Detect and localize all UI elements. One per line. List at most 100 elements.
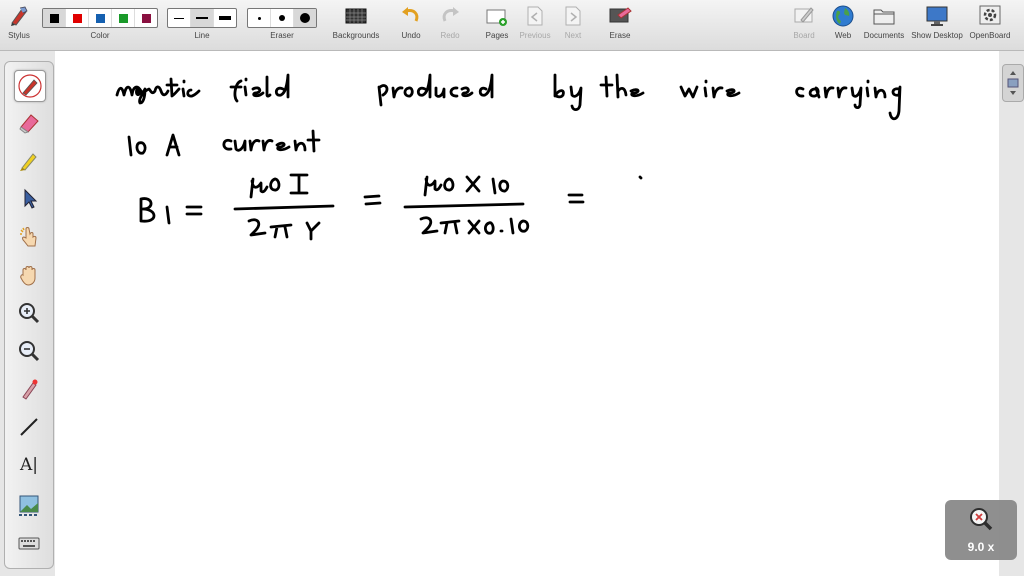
zoom-in-icon [19, 303, 40, 324]
previous-button[interactable]: Previous [517, 4, 553, 48]
eraser-medium-button[interactable] [271, 9, 294, 27]
undo-label: Undo [401, 31, 421, 40]
pen-icon [18, 74, 42, 98]
zoom-indicator[interactable]: 9.0 x [945, 500, 1017, 560]
library-panel-tab[interactable] [1002, 64, 1024, 102]
hand-tool[interactable] [14, 260, 44, 290]
eraser-icon [19, 114, 39, 134]
show-desktop-label: Show Desktop [911, 31, 963, 40]
hand-pointer-icon [20, 227, 37, 247]
color-label: Color [90, 31, 110, 40]
monitor-icon [925, 4, 949, 28]
web-button[interactable]: Web [830, 4, 856, 48]
erase-label: Erase [609, 31, 631, 40]
color-swatch-blue[interactable] [89, 9, 112, 27]
add-page-icon [485, 4, 509, 28]
hand-icon [20, 266, 36, 286]
backgrounds-grid-icon [344, 4, 368, 28]
undo-button[interactable]: Undo [398, 4, 424, 48]
line-widths [167, 8, 237, 28]
color-group: Color [42, 4, 158, 48]
globe-icon [831, 4, 855, 28]
line-group: Line [167, 4, 237, 48]
line-tool[interactable] [14, 412, 44, 442]
zoom-in-tool[interactable] [14, 298, 44, 328]
erase-button[interactable]: Erase [607, 4, 633, 48]
color-swatches [42, 8, 158, 28]
eraser-small-button[interactable] [248, 9, 271, 27]
board-label: Board [793, 31, 815, 40]
highlighter-icon [20, 153, 37, 171]
board-button[interactable]: Board [791, 4, 817, 48]
zoom-level-text: 9.0 x [967, 540, 995, 554]
ink-word-produced [377, 73, 494, 107]
highlighter-tool[interactable] [14, 146, 44, 176]
backgrounds-label: Backgrounds [332, 31, 380, 40]
documents-label: Documents [863, 31, 905, 40]
ink-word-magnetic [115, 77, 201, 105]
top-toolbar: Stylus Color Line Eraser Backgrounds Und… [0, 0, 1024, 51]
ink-word-the [599, 73, 645, 99]
folder-icon [872, 4, 896, 28]
ink-word-carrying [795, 79, 902, 121]
board-icon [792, 4, 816, 28]
stylus-button[interactable]: Stylus [6, 4, 32, 48]
selector-tool[interactable] [14, 184, 44, 214]
ink-10 [127, 135, 147, 157]
panel-toggle-icon [1007, 71, 1019, 95]
laser-pointer-tool[interactable] [14, 374, 44, 404]
whiteboard-canvas[interactable] [55, 51, 999, 576]
ink-B1 [139, 197, 171, 225]
ink-fraction-2-numerator [423, 175, 510, 197]
pages-button[interactable]: Pages [483, 4, 511, 48]
ink-equals-1 [185, 205, 203, 216]
zoom-out-tool[interactable] [14, 336, 44, 366]
previous-page-icon [523, 4, 547, 28]
ink-fraction-1-denominator [247, 218, 321, 241]
ink-fraction-bar-2 [403, 202, 525, 209]
previous-label: Previous [519, 31, 551, 40]
line-medium-button[interactable] [191, 9, 214, 27]
documents-button[interactable]: Documents [862, 4, 906, 48]
pen-tool[interactable] [14, 70, 46, 102]
eraser-large-button[interactable] [294, 9, 316, 27]
redo-arrow-icon [438, 4, 462, 28]
next-page-icon [561, 4, 585, 28]
ink-dot [638, 175, 643, 180]
redo-label: Redo [440, 31, 460, 40]
ink-A [165, 133, 181, 157]
text-tool[interactable]: A| [14, 450, 44, 480]
color-swatch-red[interactable] [66, 9, 89, 27]
ink-equals-3 [567, 193, 585, 204]
interact-tool[interactable] [14, 222, 44, 252]
ink-fraction-bar-1 [233, 204, 335, 211]
ink-fraction-1-numerator [249, 173, 309, 199]
backgrounds-button[interactable]: Backgrounds [333, 4, 379, 48]
capture-tool[interactable] [14, 490, 44, 520]
redo-button[interactable]: Redo [437, 4, 463, 48]
virtual-keyboard-tool[interactable] [14, 528, 44, 558]
pages-label: Pages [485, 31, 509, 40]
arrow-pointer-icon [24, 188, 38, 209]
show-desktop-button[interactable]: Show Desktop [910, 4, 964, 48]
line-thin-button[interactable] [168, 9, 191, 27]
web-label: Web [834, 31, 852, 40]
undo-arrow-icon [399, 4, 423, 28]
gear-icon [978, 4, 1002, 28]
color-swatch-black[interactable] [43, 9, 66, 27]
screen-capture-icon [19, 495, 39, 516]
tool-palette: A| [4, 61, 54, 569]
laser-pointer-icon [22, 379, 38, 400]
color-swatch-green[interactable] [112, 9, 135, 27]
erase-board-icon [608, 4, 632, 28]
eraser-tool[interactable] [14, 108, 44, 138]
openboard-button[interactable]: OpenBoard [966, 4, 1014, 48]
eraser-group: Eraser [247, 4, 317, 48]
next-button[interactable]: Next [560, 4, 586, 48]
color-swatch-maroon[interactable] [135, 9, 157, 27]
eraser-label: Eraser [270, 31, 294, 40]
ink-word-field [229, 73, 290, 103]
ink-word-wire [679, 79, 741, 99]
line-icon [20, 418, 38, 436]
line-thick-button[interactable] [214, 9, 236, 27]
